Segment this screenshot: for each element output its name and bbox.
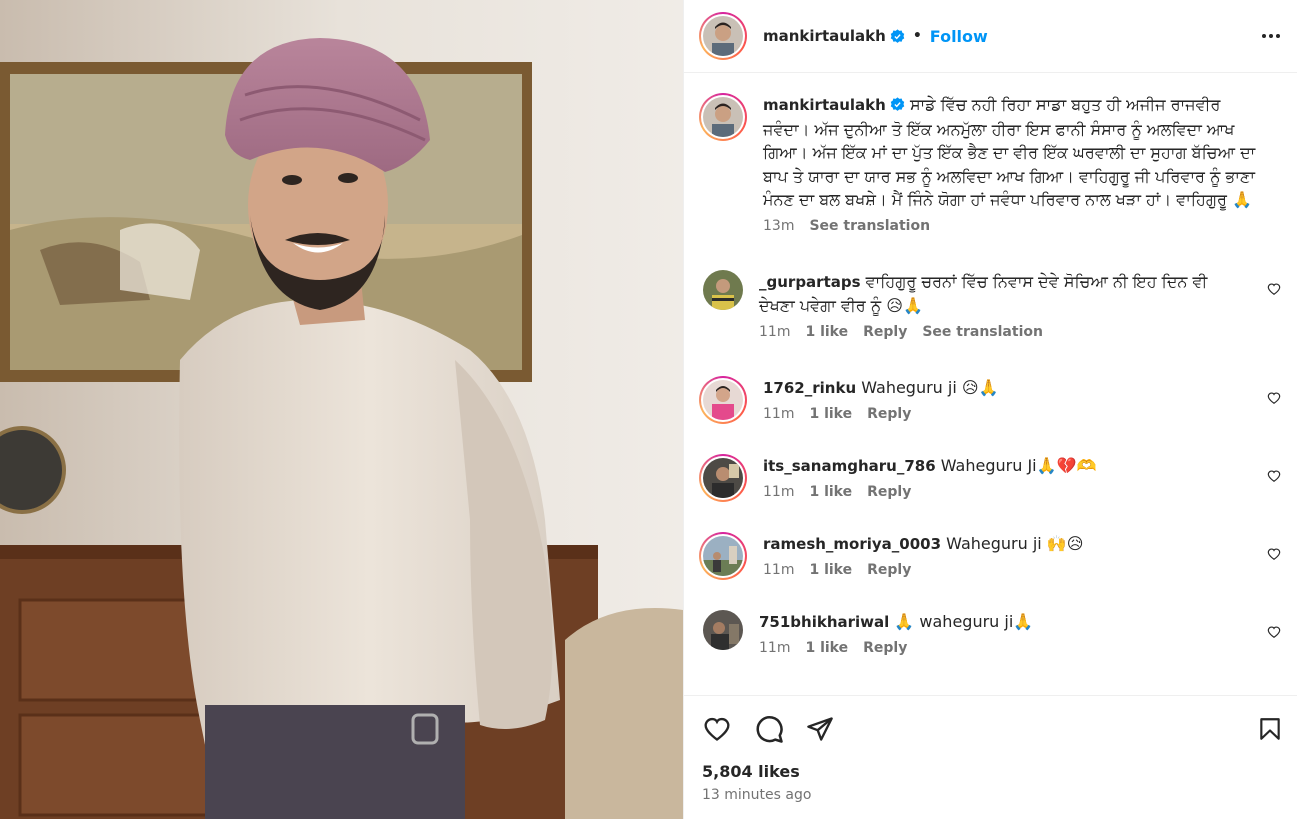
comment-username[interactable]: its_sanamgharu_786 [763, 457, 936, 475]
action-bar [702, 696, 1283, 760]
comment-like-heart-icon[interactable] [1267, 391, 1281, 405]
comment-like-heart-icon[interactable] [1267, 282, 1281, 296]
like-heart-icon[interactable] [702, 715, 732, 743]
author-avatar[interactable] [699, 12, 747, 60]
comment-item: _gurpartaps ਵਾਹਿਗੁਰੂ ਚਰਨਾਂ ਵਿੱਚ ਨਿਵਾਸ ਦੇ… [699, 269, 1281, 340]
caption-age: 13m [763, 217, 795, 234]
comment-like-heart-icon[interactable] [1267, 469, 1281, 483]
share-icon[interactable] [806, 715, 834, 743]
commenter-avatar[interactable] [699, 453, 747, 502]
post-caption: mankirtaulakh ਸਾਡੇ ਵਿੱਚ ਨਹੀ ਰਿਹਾ ਸਾਡਾ ਬਹ… [699, 93, 1281, 234]
comment-item: 751bhikhariwal 🙏 waheguru ji🙏 11m 1 like… [699, 609, 1281, 656]
verified-icon [890, 97, 905, 111]
comment-age: 11m [759, 640, 791, 656]
see-translation-button[interactable]: See translation [809, 218, 930, 234]
more-options-icon[interactable] [1259, 24, 1283, 48]
comment-likes[interactable]: 1 like [809, 406, 852, 422]
reply-button[interactable]: Reply [867, 406, 911, 422]
comment-username[interactable]: 751bhikhariwal [759, 613, 889, 631]
comment-likes[interactable]: 1 like [809, 484, 852, 500]
comment-likes[interactable]: 1 like [805, 640, 848, 656]
comment-age: 11m [763, 484, 795, 500]
comment-age: 11m [759, 323, 791, 340]
save-bookmark-icon[interactable] [1257, 715, 1283, 743]
caption-meta: 13m See translation [763, 218, 1268, 234]
comments-list[interactable]: mankirtaulakh ਸਾਡੇ ਵਿੱਚ ਨਹੀ ਰਿਹਾ ਸਾਡਾ ਬਹ… [684, 73, 1297, 695]
comment-likes[interactable]: 1 like [809, 562, 852, 578]
post-actions-footer: 5,804 likes 13 minutes ago [684, 695, 1297, 819]
commenter-avatar[interactable] [699, 531, 747, 580]
commenter-avatar[interactable] [699, 375, 747, 424]
commenter-avatar[interactable] [703, 269, 743, 310]
comment-likes[interactable]: 1 like [805, 324, 848, 340]
caption-username[interactable]: mankirtaulakh [763, 96, 886, 114]
comment-age: 11m [763, 562, 795, 578]
comment-icon[interactable] [754, 714, 784, 744]
reply-button[interactable]: Reply [863, 640, 907, 656]
comment-item: its_sanamgharu_786 Waheguru Ji🙏💔🫶 11m 1 … [699, 453, 1281, 502]
caption-avatar[interactable] [699, 93, 747, 141]
reply-button[interactable]: Reply [867, 562, 911, 578]
reply-button[interactable]: Reply [863, 324, 907, 340]
comment-text: Waheguru Ji🙏💔🫶 [940, 455, 1097, 475]
header-separator: • [912, 28, 922, 44]
comment-like-heart-icon[interactable] [1267, 547, 1281, 561]
author-username[interactable]: mankirtaulakh [763, 27, 886, 45]
comment-username[interactable]: _gurpartaps [759, 273, 861, 291]
post-detail-panel: mankirtaulakh • Follow mankirtaulakh ਸਾਡ… [683, 0, 1297, 819]
commenter-avatar[interactable] [703, 609, 743, 650]
post-photo [0, 0, 683, 819]
likes-count[interactable]: 5,804 likes [702, 762, 1283, 781]
comment-username[interactable]: 1762_rinku [763, 379, 856, 397]
verified-icon [890, 28, 905, 43]
comment-like-heart-icon[interactable] [1267, 625, 1281, 639]
comment-item: ramesh_moriya_0003 Waheguru ji 🙌😥 11m 1 … [699, 531, 1281, 580]
comment-username[interactable]: ramesh_moriya_0003 [763, 535, 941, 553]
comment-text: Waheguru ji 🙌😥 [946, 533, 1084, 553]
comment-text: 🙏 waheguru ji🙏 [894, 611, 1034, 631]
see-translation-button[interactable]: See translation [922, 324, 1043, 340]
post-timestamp[interactable]: 13 minutes ago [702, 787, 1283, 803]
post-header: mankirtaulakh • Follow [684, 0, 1297, 73]
comment-item: 1762_rinku Waheguru ji 😥🙏 11m 1 like Rep… [699, 375, 1281, 424]
follow-button[interactable]: Follow [930, 27, 988, 46]
reply-button[interactable]: Reply [867, 484, 911, 500]
comment-text: Waheguru ji 😥🙏 [861, 377, 999, 397]
comment-age: 11m [763, 406, 795, 422]
caption-text: mankirtaulakh ਸਾਡੇ ਵਿੱਚ ਨਹੀ ਰਿਹਾ ਸਾਡਾ ਬਹ… [763, 93, 1268, 212]
